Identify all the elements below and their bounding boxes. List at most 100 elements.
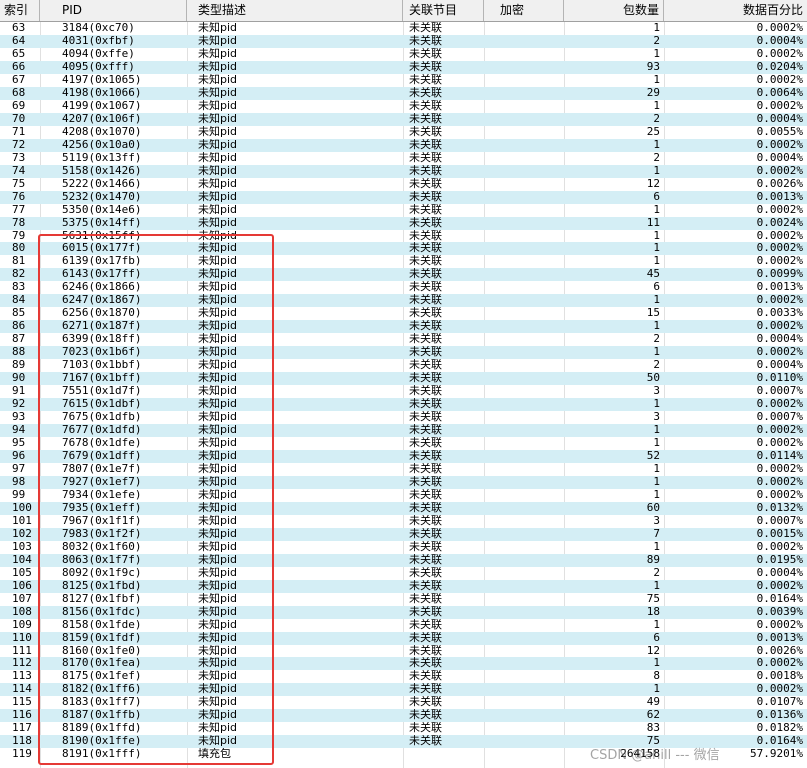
table-row[interactable]: 102 7983(0x1f2f) 未知pid 未关联 7 0.0015% xyxy=(0,527,807,541)
table-row[interactable]: 106 8125(0x1fbd) 未知pid 未关联 1 0.0002% xyxy=(0,579,807,593)
table-row[interactable]: 108 8156(0x1fdc) 未知pid 未关联 18 0.0039% xyxy=(0,605,807,619)
table-row[interactable]: 68 4198(0x1066) 未知pid 未关联 29 0.0064% xyxy=(0,86,807,100)
table-row[interactable]: 82 6143(0x17ff) 未知pid 未关联 45 0.0099% xyxy=(0,268,807,282)
table-row[interactable]: 113 8175(0x1fef) 未知pid 未关联 8 0.0018% xyxy=(0,670,807,683)
table-row[interactable]: 100 7935(0x1eff) 未知pid 未关联 60 0.0132% xyxy=(0,501,807,515)
cell-index: 65 xyxy=(12,47,26,60)
table-row[interactable]: 85 6256(0x1870) 未知pid 未关联 15 0.0033% xyxy=(0,307,807,320)
table-row[interactable]: 69 4199(0x1067) 未知pid 未关联 1 0.0002% xyxy=(0,100,807,113)
cell-packets: 2 xyxy=(653,333,660,346)
column-header-program[interactable]: 关联节目 xyxy=(403,0,484,21)
cell-encrypted xyxy=(484,35,564,47)
cell-percent: 0.0002% xyxy=(756,47,803,60)
table-row[interactable]: 93 7675(0x1dfb) 未知pid 未关联 3 0.0007% xyxy=(0,411,807,424)
table-row[interactable]: 83 6246(0x1866) 未知pid 未关联 6 0.0013% xyxy=(0,281,807,294)
table-row[interactable]: 98 7927(0x1ef7) 未知pid 未关联 1 0.0002% xyxy=(0,475,807,489)
table-row[interactable]: 84 6247(0x1867) 未知pid 未关联 1 0.0002% xyxy=(0,294,807,308)
table-row[interactable]: 109 8158(0x1fde) 未知pid 未关联 1 0.0002% xyxy=(0,619,807,632)
table-row[interactable]: 73 5119(0x13ff) 未知pid 未关联 2 0.0004% xyxy=(0,152,807,165)
table-row[interactable]: 71 4208(0x1070) 未知pid 未关联 25 0.0055% xyxy=(0,126,807,139)
table-row[interactable]: 99 7934(0x1efe) 未知pid 未关联 1 0.0002% xyxy=(0,489,807,502)
table-row[interactable]: 110 8159(0x1fdf) 未知pid 未关联 6 0.0013% xyxy=(0,631,807,645)
cell-packets: 93 xyxy=(646,60,660,73)
table-row[interactable]: 105 8092(0x1f9c) 未知pid 未关联 2 0.0004% xyxy=(0,567,807,580)
table-row[interactable]: 101 7967(0x1f1f) 未知pid 未关联 3 0.0007% xyxy=(0,515,807,528)
cell-index: 107 xyxy=(12,592,32,605)
cell-percent: 0.0002% xyxy=(756,437,803,449)
table-row[interactable]: 91 7551(0x1d7f) 未知pid 未关联 3 0.0007% xyxy=(0,385,807,398)
table-row[interactable]: 112 8170(0x1fea) 未知pid 未关联 1 0.0002% xyxy=(0,657,807,671)
cell-program: 未关联 xyxy=(409,644,442,657)
table-row[interactable]: 92 7615(0x1dbf) 未知pid 未关联 1 0.0002% xyxy=(0,398,807,412)
table-row[interactable]: 115 8183(0x1ff7) 未知pid 未关联 49 0.0107% xyxy=(0,696,807,709)
table-row[interactable]: 87 6399(0x18ff) 未知pid 未关联 2 0.0004% xyxy=(0,333,807,346)
cell-percent: 0.0002% xyxy=(756,164,803,177)
table-row[interactable]: 111 8160(0x1fe0) 未知pid 未关联 12 0.0026% xyxy=(0,645,807,658)
table-row[interactable]: 77 5350(0x14e6) 未知pid 未关联 1 0.0002% xyxy=(0,204,807,217)
table-row[interactable]: 78 5375(0x14ff) 未知pid 未关联 11 0.0024% xyxy=(0,216,807,230)
cell-packets: 2 xyxy=(653,151,660,164)
table-row[interactable]: 74 5158(0x1426) 未知pid 未关联 1 0.0002% xyxy=(0,164,807,178)
cell-packets: 1 xyxy=(653,255,660,268)
column-header-percent[interactable]: 数据百分比 xyxy=(664,0,807,21)
table-row[interactable]: 104 8063(0x1f7f) 未知pid 未关联 89 0.0195% xyxy=(0,553,807,567)
cell-percent: 0.0002% xyxy=(756,138,803,151)
table-row[interactable]: 89 7103(0x1bbf) 未知pid 未关联 2 0.0004% xyxy=(0,359,807,372)
table-row[interactable]: 97 7807(0x1e7f) 未知pid 未关联 1 0.0002% xyxy=(0,463,807,476)
cell-type: 未知pid xyxy=(198,437,238,449)
table-row[interactable]: 70 4207(0x106f) 未知pid 未关联 2 0.0004% xyxy=(0,112,807,126)
table-row[interactable]: 80 6015(0x177f) 未知pid 未关联 1 0.0002% xyxy=(0,242,807,256)
cell-index: 78 xyxy=(12,216,26,229)
table-row[interactable]: 86 6271(0x187f) 未知pid 未关联 1 0.0002% xyxy=(0,320,807,334)
table-row[interactable]: 79 5631(0x15ff) 未知pid 未关联 1 0.0002% xyxy=(0,230,807,243)
cell-type: 未知pid xyxy=(198,462,238,475)
table-row[interactable]: 75 5222(0x1466) 未知pid 未关联 12 0.0026% xyxy=(0,178,807,191)
cell-encrypted xyxy=(484,333,564,345)
cell-type: 未知pid xyxy=(198,657,238,670)
table-row[interactable]: 76 5232(0x1470) 未知pid 未关联 6 0.0013% xyxy=(0,190,807,204)
table-row[interactable]: 117 8189(0x1ffd) 未知pid 未关联 83 0.0182% xyxy=(0,722,807,735)
table-row[interactable]: 96 7679(0x1dff) 未知pid 未关联 52 0.0114% xyxy=(0,449,807,463)
table-row[interactable]: 67 4197(0x1065) 未知pid 未关联 1 0.0002% xyxy=(0,74,807,87)
cell-index: 116 xyxy=(12,709,32,722)
table-row[interactable]: 103 8032(0x1f60) 未知pid 未关联 1 0.0002% xyxy=(0,541,807,554)
table-row[interactable]: 95 7678(0x1dfe) 未知pid 未关联 1 0.0002% xyxy=(0,437,807,450)
table-row[interactable]: 94 7677(0x1dfd) 未知pid 未关联 1 0.0002% xyxy=(0,424,807,437)
cell-type: 未知pid xyxy=(198,449,238,462)
cell-type: 未知pid xyxy=(198,592,238,605)
table-row[interactable]: 65 4094(0xffe) 未知pid 未关联 1 0.0002% xyxy=(0,48,807,61)
cell-program: 未关联 xyxy=(409,631,442,644)
cell-percent: 0.0164% xyxy=(756,592,803,605)
cell-encrypted xyxy=(484,619,564,631)
table-row[interactable]: 81 6139(0x17fb) 未知pid 未关联 1 0.0002% xyxy=(0,255,807,268)
cell-percent: 0.0004% xyxy=(756,34,803,47)
column-header-index[interactable]: 索引 xyxy=(0,0,40,21)
column-header-pid[interactable]: PID xyxy=(40,0,187,21)
cell-packets: 29 xyxy=(646,86,660,99)
cell-percent: 0.0132% xyxy=(756,501,803,514)
table-row[interactable]: 116 8187(0x1ffb) 未知pid 未关联 62 0.0136% xyxy=(0,709,807,723)
table-row[interactable]: 90 7167(0x1bff) 未知pid 未关联 50 0.0110% xyxy=(0,372,807,386)
cell-type: 未知pid xyxy=(198,216,238,229)
table-row[interactable]: 107 8127(0x1fbf) 未知pid 未关联 75 0.0164% xyxy=(0,593,807,606)
table-row[interactable]: 64 4031(0xfbf) 未知pid 未关联 2 0.0004% xyxy=(0,34,807,48)
cell-percent: 0.0002% xyxy=(756,22,803,34)
cell-pid: 6271(0x187f) xyxy=(62,320,142,333)
cell-program: 未关联 xyxy=(409,683,442,696)
cell-pid: 4031(0xfbf) xyxy=(62,34,135,47)
cell-program xyxy=(403,748,484,760)
cell-pid: 6143(0x17ff) xyxy=(62,268,142,281)
cell-percent: 0.0099% xyxy=(756,268,803,281)
column-header-packets[interactable]: 包数量 xyxy=(564,0,664,21)
table-row[interactable]: 63 3184(0xc70) 未知pid 未关联 1 0.0002% xyxy=(0,22,807,35)
table-row[interactable]: 88 7023(0x1b6f) 未知pid 未关联 1 0.0002% xyxy=(0,346,807,360)
cell-pid: 7677(0x1dfd) xyxy=(62,424,142,437)
column-header-type[interactable]: 类型描述 xyxy=(187,0,403,21)
table-row[interactable]: 114 8182(0x1ff6) 未知pid 未关联 1 0.0002% xyxy=(0,683,807,697)
cell-packets: 1 xyxy=(653,540,660,553)
table-row[interactable]: 72 4256(0x10a0) 未知pid 未关联 1 0.0002% xyxy=(0,138,807,152)
column-header-encrypted[interactable]: 加密 xyxy=(484,0,564,21)
table-row[interactable]: 66 4095(0xfff) 未知pid 未关联 93 0.0204% xyxy=(0,60,807,74)
cell-packets: 1 xyxy=(653,683,660,696)
cell-packets: 1 xyxy=(653,657,660,670)
